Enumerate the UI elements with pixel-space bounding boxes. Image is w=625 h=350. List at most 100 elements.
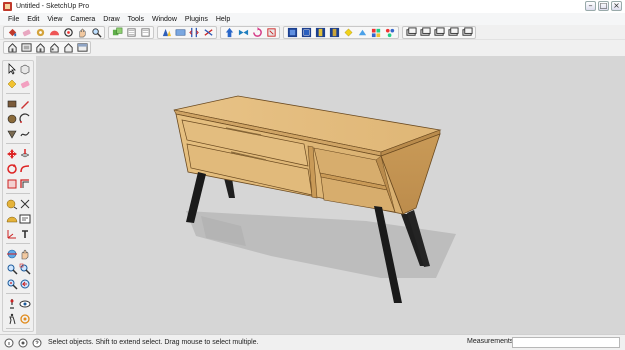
orbit-tool-icon[interactable] xyxy=(5,247,18,260)
furniture-model xyxy=(173,95,456,303)
menu-tools[interactable]: Tools xyxy=(124,16,148,23)
pan-tool-icon[interactable] xyxy=(18,247,31,260)
toolbar-group-styles xyxy=(283,26,399,39)
wireframe-icon[interactable] xyxy=(342,27,354,39)
rotate-icon[interactable] xyxy=(251,27,263,39)
iso-view-icon[interactable] xyxy=(6,41,18,53)
back-view-icon[interactable] xyxy=(62,41,74,53)
styles-icon[interactable] xyxy=(160,27,172,39)
hidden-line-icon[interactable] xyxy=(356,27,368,39)
3d-text-tool-icon[interactable] xyxy=(18,227,31,240)
maximize-button[interactable]: □ xyxy=(598,1,609,11)
arc-icon[interactable] xyxy=(18,112,31,125)
geo-location-icon[interactable] xyxy=(17,337,28,348)
paint-bucket-tool-icon[interactable] xyxy=(5,77,18,90)
orbit-icon[interactable] xyxy=(62,27,74,39)
line-pencil-icon[interactable] xyxy=(18,97,31,110)
make-component-icon[interactable] xyxy=(18,62,31,75)
measurements-input[interactable] xyxy=(512,337,620,348)
toolbar-group-edit xyxy=(157,26,217,39)
offset-tool-icon[interactable] xyxy=(18,177,31,190)
camera-icon[interactable] xyxy=(447,27,459,39)
close-button[interactable]: × xyxy=(611,1,622,11)
toolbar-group-components xyxy=(108,26,154,39)
select-arrow-icon[interactable] xyxy=(5,62,18,75)
tape-measure-tool-icon[interactable] xyxy=(5,197,18,210)
menu-window[interactable]: Window xyxy=(148,16,181,23)
components-icon[interactable] xyxy=(111,27,123,39)
text-icon[interactable] xyxy=(174,27,186,39)
paint-bucket-icon[interactable] xyxy=(6,27,18,39)
toolbar-group-principal xyxy=(3,26,105,39)
protractor-icon[interactable] xyxy=(48,27,60,39)
help-question-icon[interactable] xyxy=(31,337,42,348)
fog-icon[interactable] xyxy=(433,27,445,39)
menu-edit[interactable]: Edit xyxy=(23,16,43,23)
polygon-icon[interactable] xyxy=(5,127,18,140)
previous-view-icon[interactable] xyxy=(18,277,31,290)
move-tool-icon[interactable] xyxy=(5,147,18,160)
right-view-icon[interactable] xyxy=(48,41,60,53)
scale-tool-icon[interactable] xyxy=(5,177,18,190)
text-tool-icon[interactable] xyxy=(18,212,31,225)
front-view-icon[interactable] xyxy=(34,41,46,53)
eraser-tool-icon[interactable] xyxy=(18,77,31,90)
pan-icon[interactable] xyxy=(76,27,88,39)
menu-file[interactable]: File xyxy=(4,16,23,23)
position-camera-icon[interactable] xyxy=(5,297,18,310)
freehand-icon[interactable] xyxy=(18,127,31,140)
sketchup-app-icon xyxy=(3,2,12,11)
toolbar-group-modify xyxy=(220,26,280,39)
dimension-icon[interactable] xyxy=(188,27,200,39)
section-icon[interactable] xyxy=(202,27,214,39)
top-view-icon[interactable] xyxy=(20,41,32,53)
tape-icon[interactable] xyxy=(34,27,46,39)
window-controls: – □ × xyxy=(585,1,622,11)
move-icon[interactable] xyxy=(237,27,249,39)
rectangle-icon[interactable] xyxy=(5,97,18,110)
zoom-window-tool-icon[interactable] xyxy=(18,262,31,275)
section-plane-tool-icon[interactable] xyxy=(18,312,31,325)
zoom-tool-icon[interactable] xyxy=(5,262,18,275)
view-top-icon[interactable] xyxy=(461,27,473,39)
toolbar-group-views xyxy=(402,26,476,39)
monochrome-icon[interactable] xyxy=(405,27,417,39)
push-pull-tool-icon[interactable] xyxy=(18,147,31,160)
toolbar-separator xyxy=(6,243,30,244)
menu-help[interactable]: Help xyxy=(212,16,234,23)
materials-icon[interactable] xyxy=(139,27,151,39)
minimize-button[interactable]: – xyxy=(585,1,596,11)
look-around-icon[interactable] xyxy=(18,297,31,310)
zoom-extents-tool-icon[interactable] xyxy=(5,277,18,290)
menu-camera[interactable]: Camera xyxy=(66,16,99,23)
eraser-icon[interactable] xyxy=(20,27,32,39)
menu-plugins[interactable]: Plugins xyxy=(181,16,212,23)
zoom-icon[interactable] xyxy=(90,27,102,39)
offset-icon[interactable] xyxy=(300,27,312,39)
walk-icon[interactable] xyxy=(5,312,18,325)
protractor-tool-icon[interactable] xyxy=(5,212,18,225)
toolbar-separator xyxy=(6,328,30,329)
shadows-icon[interactable] xyxy=(419,27,431,39)
follow-me-icon[interactable] xyxy=(286,27,298,39)
left-view-icon[interactable] xyxy=(76,41,88,53)
layer-icon[interactable] xyxy=(125,27,137,39)
modeling-viewport[interactable] xyxy=(36,56,625,334)
xray-icon[interactable] xyxy=(328,27,340,39)
menu-view[interactable]: View xyxy=(43,16,66,23)
follow-me-tool-icon[interactable] xyxy=(18,162,31,175)
push-pull-icon[interactable] xyxy=(223,27,235,39)
menu-draw[interactable]: Draw xyxy=(99,16,123,23)
dimension-tool-icon[interactable] xyxy=(18,197,31,210)
rotate-tool-icon[interactable] xyxy=(5,162,18,175)
scale-icon[interactable] xyxy=(265,27,277,39)
textured-icon[interactable] xyxy=(384,27,396,39)
info-icon[interactable] xyxy=(3,337,14,348)
status-help-text: Select objects. Shift to extend select. … xyxy=(48,339,259,346)
circle-icon[interactable] xyxy=(5,112,18,125)
views-toolbar xyxy=(0,40,120,54)
shaded-icon[interactable] xyxy=(370,27,382,39)
status-bar: Select objects. Shift to extend select. … xyxy=(0,334,625,350)
intersect-icon[interactable] xyxy=(314,27,326,39)
axes-tool-icon[interactable] xyxy=(5,227,18,240)
